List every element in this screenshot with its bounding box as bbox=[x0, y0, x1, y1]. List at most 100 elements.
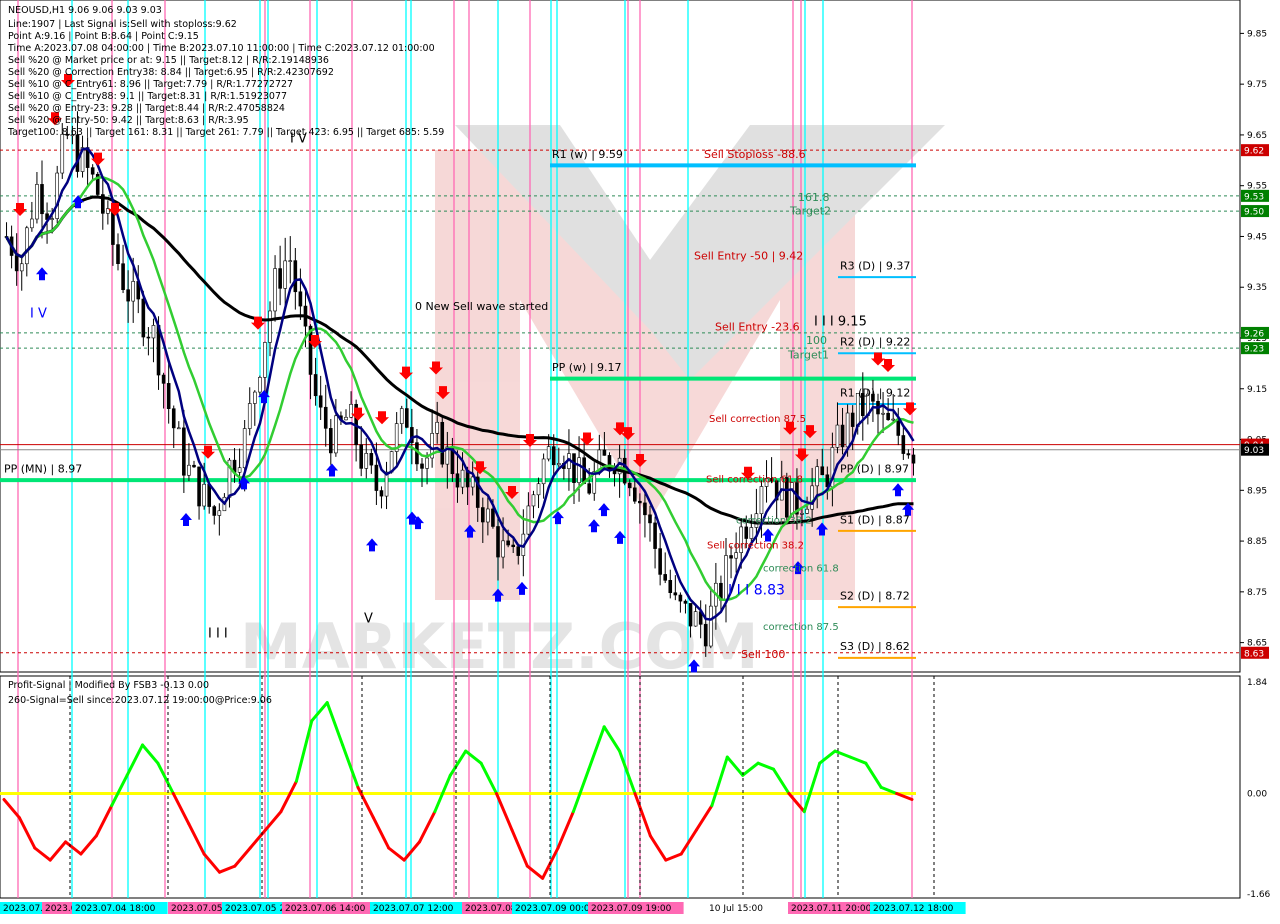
chart-canvas[interactable]: MARKETZ.COM R1 (w) | 9.59 PP (w) | 9.17 PP… bbox=[0, 0, 1280, 920]
candle-body bbox=[253, 391, 257, 404]
candle-body bbox=[374, 464, 379, 491]
pp-weekly-label: PP (w) | 9.17 bbox=[552, 361, 622, 374]
sell-correction-618-label: Sell correction 61.8 bbox=[706, 475, 803, 486]
target2-label: Target2 bbox=[789, 205, 831, 218]
candle-body bbox=[820, 466, 825, 476]
info-line-2: Point A:9.16 | Point B:8.64 | Point C:9.… bbox=[8, 31, 199, 42]
price-tag-label: 9.53 bbox=[1244, 192, 1264, 202]
target1-label: Target1 bbox=[787, 348, 829, 361]
fib-100-label: 100 bbox=[806, 334, 827, 347]
candle-body bbox=[805, 508, 809, 514]
time-label: 2023.07.09 00:00 bbox=[515, 904, 596, 914]
time-label: 2023.07.05 bbox=[171, 904, 223, 914]
candle-body bbox=[845, 412, 850, 448]
candle-body bbox=[313, 374, 318, 397]
candle-body bbox=[627, 482, 632, 489]
candle-body bbox=[75, 134, 80, 172]
time-label: 2023.07.12 18:00 bbox=[873, 904, 954, 914]
s3-daily-label: S3 (D) | 8.62 bbox=[840, 640, 910, 653]
candle-body bbox=[911, 454, 916, 464]
candle-body bbox=[901, 435, 906, 454]
candle-body bbox=[906, 453, 911, 456]
candle-body bbox=[551, 446, 556, 466]
candle-body bbox=[602, 449, 607, 456]
wave-v-label: V bbox=[364, 611, 373, 626]
candle-body bbox=[288, 260, 293, 262]
time-label: 2023.07.11 20:00 bbox=[791, 904, 872, 914]
sell-entry-23-label: Sell Entry -23.6 bbox=[715, 320, 800, 333]
price-tick-label: 8.95 bbox=[1247, 486, 1267, 496]
candle-body bbox=[293, 260, 298, 293]
candle-body bbox=[759, 486, 764, 515]
oscillator-title: Profit-Signal | Modified By FSB3 -0.13 0… bbox=[8, 680, 209, 691]
correction-382-label: correction 38.2 bbox=[736, 515, 812, 526]
info-line-4: Sell %20 @ Market price or at: 9.15 || T… bbox=[8, 55, 329, 66]
candle-body bbox=[511, 544, 516, 548]
candle-body bbox=[703, 624, 708, 647]
candle-body bbox=[572, 453, 576, 483]
r1-daily-label: R1 (D) | 9.12 bbox=[840, 386, 910, 399]
candle-body bbox=[182, 427, 186, 476]
time-label: 2023.07.04 18:00 bbox=[75, 904, 156, 914]
candle-body bbox=[212, 506, 217, 516]
candle-body bbox=[663, 574, 668, 581]
r1-weekly-label: R1 (w) | 9.59 bbox=[552, 148, 623, 161]
candle-body bbox=[881, 412, 885, 415]
candle-body bbox=[14, 255, 19, 272]
price-tick-label: 9.35 bbox=[1247, 283, 1267, 293]
candle-body bbox=[638, 500, 642, 504]
wave-iii-low-label: I I I 8.83 bbox=[728, 582, 785, 598]
candle-body bbox=[800, 513, 804, 515]
candle-body bbox=[247, 403, 252, 429]
candle-body bbox=[364, 453, 369, 469]
candle-body bbox=[455, 473, 460, 488]
s2-daily-label: S2 (D) | 8.72 bbox=[840, 589, 910, 602]
candle-body bbox=[177, 427, 181, 430]
candle-body bbox=[531, 494, 536, 507]
candle-body bbox=[460, 469, 465, 488]
price-tick-label: 9.45 bbox=[1247, 232, 1267, 242]
candle-body bbox=[688, 603, 693, 627]
candle-body bbox=[632, 487, 637, 502]
candle-body bbox=[683, 600, 688, 604]
stoploss-label: Sell Stoploss -88.6 bbox=[704, 148, 806, 161]
new-sell-wave-label: 0 New Sell wave started bbox=[415, 300, 548, 313]
candle-body bbox=[273, 268, 277, 312]
candle-body bbox=[506, 540, 510, 546]
info-line-8: Sell %20 @ Entry-23: 9.28 || Target:8.44… bbox=[8, 103, 285, 114]
candle-body bbox=[278, 268, 282, 289]
time-label: 2023.07.09 19:00 bbox=[591, 904, 672, 914]
wave-iv-low-label: I V bbox=[30, 307, 47, 322]
info-line-1: Line:1907 | Last Signal is:Sell with sto… bbox=[8, 19, 237, 30]
candle-body bbox=[207, 483, 211, 507]
candle-body bbox=[116, 244, 120, 265]
candle-body bbox=[577, 457, 581, 483]
pp-monthly-label: PP (MN) | 8.97 bbox=[4, 463, 82, 476]
candle-body bbox=[161, 374, 166, 384]
candle-body bbox=[141, 298, 146, 338]
candle-body bbox=[298, 291, 303, 307]
price-tag-label: 9.03 bbox=[1244, 446, 1264, 456]
price-tag-label: 9.62 bbox=[1244, 147, 1264, 157]
candle-body bbox=[496, 526, 500, 558]
time-axis: 2023.07.03 08:002023.07.04 02:002023.07.… bbox=[0, 902, 966, 914]
candle-body bbox=[815, 466, 820, 487]
candle-body bbox=[187, 464, 191, 476]
osc-tick-label: -1.66 bbox=[1247, 890, 1271, 900]
candle-body bbox=[486, 508, 490, 523]
candle-body bbox=[420, 463, 424, 469]
candle-body bbox=[425, 457, 429, 469]
candle-body bbox=[30, 218, 34, 229]
price-tick-label: 9.85 bbox=[1247, 29, 1267, 39]
candle-body bbox=[126, 289, 130, 302]
candle-body bbox=[60, 134, 65, 174]
price-tick-label: 9.15 bbox=[1247, 385, 1267, 395]
candle-body bbox=[359, 444, 364, 469]
candle-body bbox=[435, 421, 440, 434]
candle-body bbox=[146, 336, 151, 339]
candle-body bbox=[850, 412, 855, 427]
candle-body bbox=[202, 483, 206, 507]
candle-body bbox=[673, 592, 678, 596]
trading-chart[interactable]: MARKETZ.COM R1 (w) | 9.59 PP (w) | 9.17 PP… bbox=[0, 0, 1280, 920]
sell-entry-50-label: Sell Entry -50 | 9.42 bbox=[694, 249, 803, 262]
